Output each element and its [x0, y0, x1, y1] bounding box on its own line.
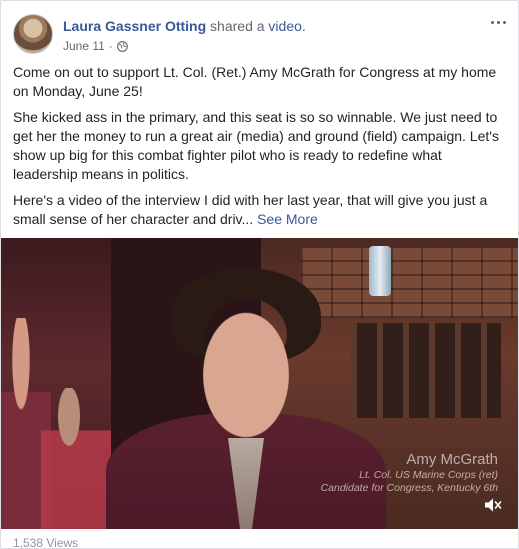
post-paragraph-2: She kicked ass in the primary, and this …	[13, 109, 499, 182]
muted-speaker-icon[interactable]	[484, 497, 502, 513]
video-background-person-2	[41, 388, 111, 529]
shared-video-link[interactable]: video.	[268, 18, 305, 34]
post-date[interactable]: June 11	[63, 38, 105, 54]
post-paragraph-1: Come on out to support Lt. Col. (Ret.) A…	[13, 64, 497, 99]
globe-icon[interactable]	[116, 40, 128, 52]
video-brick-wall	[301, 248, 518, 318]
post-header: Laura Gassner Otting shared a video. Jun…	[13, 11, 508, 57]
avatar[interactable]	[13, 14, 53, 54]
lower-third-subtitle: Candidate for Congress, Kentucky 6th	[320, 482, 498, 494]
more-options-icon[interactable]	[488, 15, 508, 29]
video-player[interactable]: Amy McGrath Lt. Col. US Marine Corps (re…	[1, 238, 518, 529]
see-more-link[interactable]: See More	[257, 211, 318, 227]
shared-text: shared a	[210, 18, 265, 34]
post-paragraph-3: Here's a video of the interview I did wi…	[13, 191, 509, 229]
author-name[interactable]: Laura Gassner Otting	[63, 18, 206, 34]
post-meta: June 11 ·	[63, 38, 128, 54]
video-window-slats	[351, 323, 501, 418]
video-water-bottle	[369, 246, 391, 296]
date-separator: ·	[108, 39, 113, 53]
post-text: Come on out to support Lt. Col. (Ret.) A…	[13, 63, 509, 236]
author-line: Laura Gassner Otting shared a video.	[63, 17, 306, 35]
post-card: Laura Gassner Otting shared a video. Jun…	[0, 0, 519, 549]
lower-third-title: Lt. Col. US Marine Corps (ret)	[359, 469, 498, 481]
video-speaker-face	[186, 288, 306, 438]
view-count: 1,538 Views	[13, 536, 79, 549]
truncated-text: Here's a video of the interview I did wi…	[13, 192, 488, 227]
lower-third-name: Amy McGrath	[406, 451, 498, 468]
video-lower-third: Amy McGrath Lt. Col. US Marine Corps (re…	[321, 451, 498, 495]
